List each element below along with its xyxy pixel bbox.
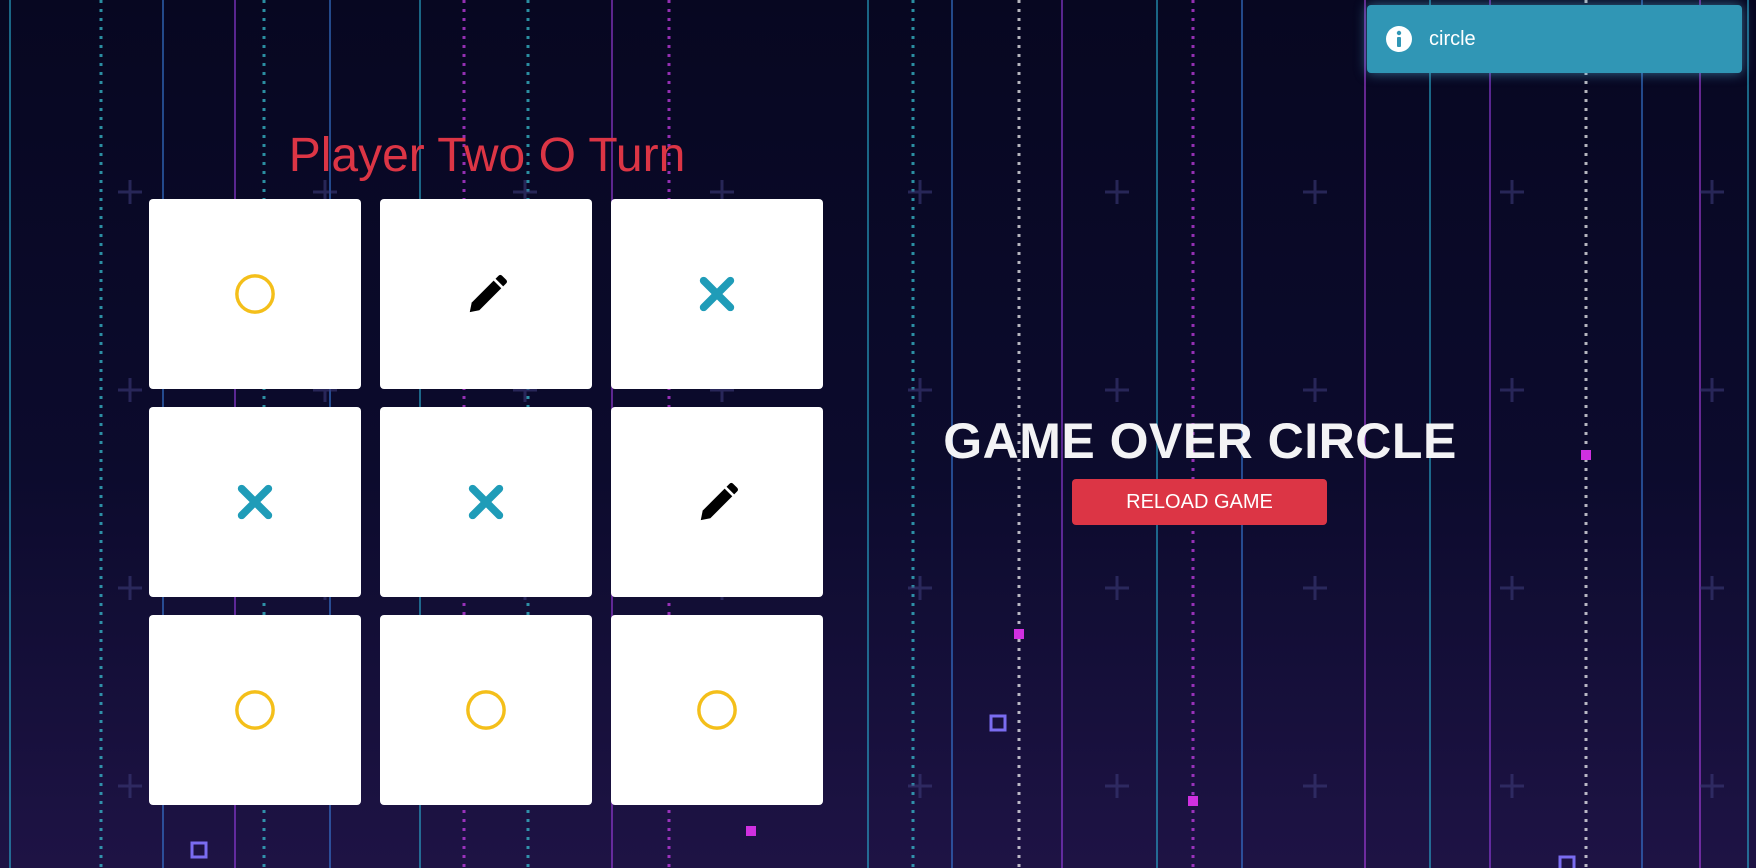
board-cell-2[interactable] xyxy=(380,199,592,389)
pencil-icon xyxy=(700,482,738,521)
reload-game-button[interactable]: RELOAD GAME xyxy=(1072,479,1327,525)
toast-message: circle xyxy=(1429,27,1476,50)
board-cell-1[interactable] xyxy=(149,199,361,389)
board-cell-7[interactable] xyxy=(149,615,361,805)
board-cell-4[interactable] xyxy=(149,407,361,597)
circle-icon xyxy=(697,690,737,730)
turn-heading: Player Two O Turn xyxy=(288,129,686,182)
circle-icon xyxy=(235,274,275,314)
board-cell-3[interactable] xyxy=(611,199,823,389)
cross-icon xyxy=(237,484,273,520)
board-cell-9[interactable] xyxy=(611,615,823,805)
cross-icon xyxy=(699,276,735,312)
board-cell-8[interactable] xyxy=(380,615,592,805)
notification-toast[interactable]: circle xyxy=(1367,5,1742,73)
pencil-icon xyxy=(469,274,507,313)
cross-icon xyxy=(468,484,504,520)
circle-icon xyxy=(466,690,506,730)
info-circle-icon xyxy=(1386,26,1412,52)
board-cell-5[interactable] xyxy=(380,407,592,597)
game-board xyxy=(149,199,823,805)
circle-icon xyxy=(235,690,275,730)
board-cell-6[interactable] xyxy=(611,407,823,597)
